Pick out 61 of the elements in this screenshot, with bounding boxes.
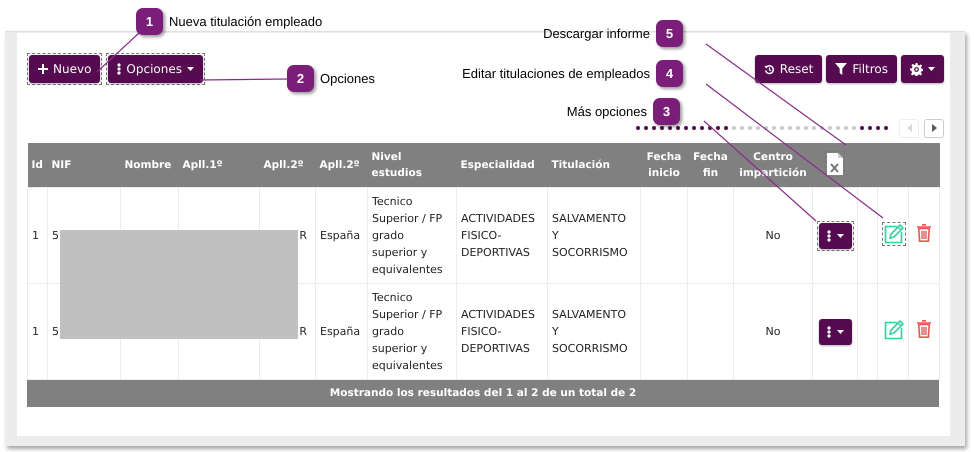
table-cell: 5 <box>52 229 59 242</box>
options-button[interactable]: Opciones <box>108 55 203 83</box>
table-cell: No <box>766 229 780 242</box>
table-cell: ACTIVIDADES FISICO-DEPORTIVAS <box>461 308 535 355</box>
results-summary: Mostrando los resultados del 1 al 2 de un total de 2 <box>27 380 939 407</box>
table-cell: Tecnico Superior / FP grado superior y equivalentes <box>372 195 443 276</box>
callout-badge: 1 <box>136 8 163 35</box>
callout-label: Nueva titulación empleado <box>169 14 322 29</box>
column-header: Apll.2º <box>320 159 360 171</box>
filter-icon <box>835 63 848 75</box>
column-header: Apll.2º <box>264 159 304 171</box>
vertical-dots-icon <box>827 326 831 338</box>
column-header: NIF <box>52 159 72 171</box>
column-header: Fecha inicio <box>646 151 682 179</box>
callout-badge: 3 <box>653 98 680 125</box>
table-cell: No <box>766 325 780 338</box>
callout-label: Opciones <box>320 71 375 86</box>
history-icon <box>764 64 775 74</box>
trash-icon[interactable] <box>917 320 931 338</box>
next-button[interactable] <box>924 118 944 138</box>
caret-icon <box>837 234 844 238</box>
settings-icon <box>910 62 923 76</box>
edit-icon[interactable] <box>884 320 904 340</box>
table-cell: R <box>299 325 307 338</box>
caret-icon <box>837 330 844 334</box>
callout-badge: 5 <box>656 20 683 47</box>
reset-button[interactable]: Reset <box>754 55 822 83</box>
vertical-dots-icon <box>827 230 831 242</box>
right-arrow-icon <box>930 123 938 133</box>
table-cell: Tecnico Superior / FP grado superior y equivalentes <box>372 291 443 372</box>
callout-label: Más opciones <box>566 104 647 119</box>
column-header: Titulación <box>552 159 610 171</box>
caret-icon <box>928 67 935 71</box>
vertical-dots-icon <box>117 63 122 75</box>
table-cell: SALVAMENTO Y SOCORRISMO <box>552 212 628 259</box>
column-header: Nivel estudios <box>372 151 422 179</box>
column-header: Apll.1º <box>182 159 223 171</box>
column-header: Id <box>32 159 43 171</box>
settings-button[interactable] <box>901 55 944 83</box>
column-header: Especialidad <box>460 159 535 171</box>
table-cell: ACTIVIDADES FISICO-DEPORTIVAS <box>461 212 535 259</box>
column-header: Fecha fin <box>693 151 728 179</box>
callout-badge: 4 <box>656 60 683 87</box>
trash-icon[interactable] <box>917 224 931 242</box>
more-options-button[interactable] <box>819 318 852 344</box>
column-header: Nombre <box>124 159 172 171</box>
table-cell: España <box>320 229 360 242</box>
table-cell: R <box>299 229 307 242</box>
plus-icon <box>38 64 48 74</box>
filter-button[interactable]: Filtros <box>826 55 897 83</box>
left-arrow-icon <box>906 123 912 133</box>
table-cell: SALVAMENTO Y SOCORRISMO <box>552 308 628 355</box>
table-cell: España <box>320 325 360 338</box>
new-button[interactable]: Nuevo <box>29 55 100 83</box>
table-cell: 1 <box>32 325 39 338</box>
table-cell: 5 <box>52 325 59 338</box>
caret-icon <box>187 67 194 71</box>
callout-badge: 2 <box>287 65 314 92</box>
callout-label: Editar titulaciones de empleados <box>462 66 650 81</box>
table-cell: 1 <box>32 229 39 242</box>
callout-label: Descargar informe <box>543 26 650 41</box>
